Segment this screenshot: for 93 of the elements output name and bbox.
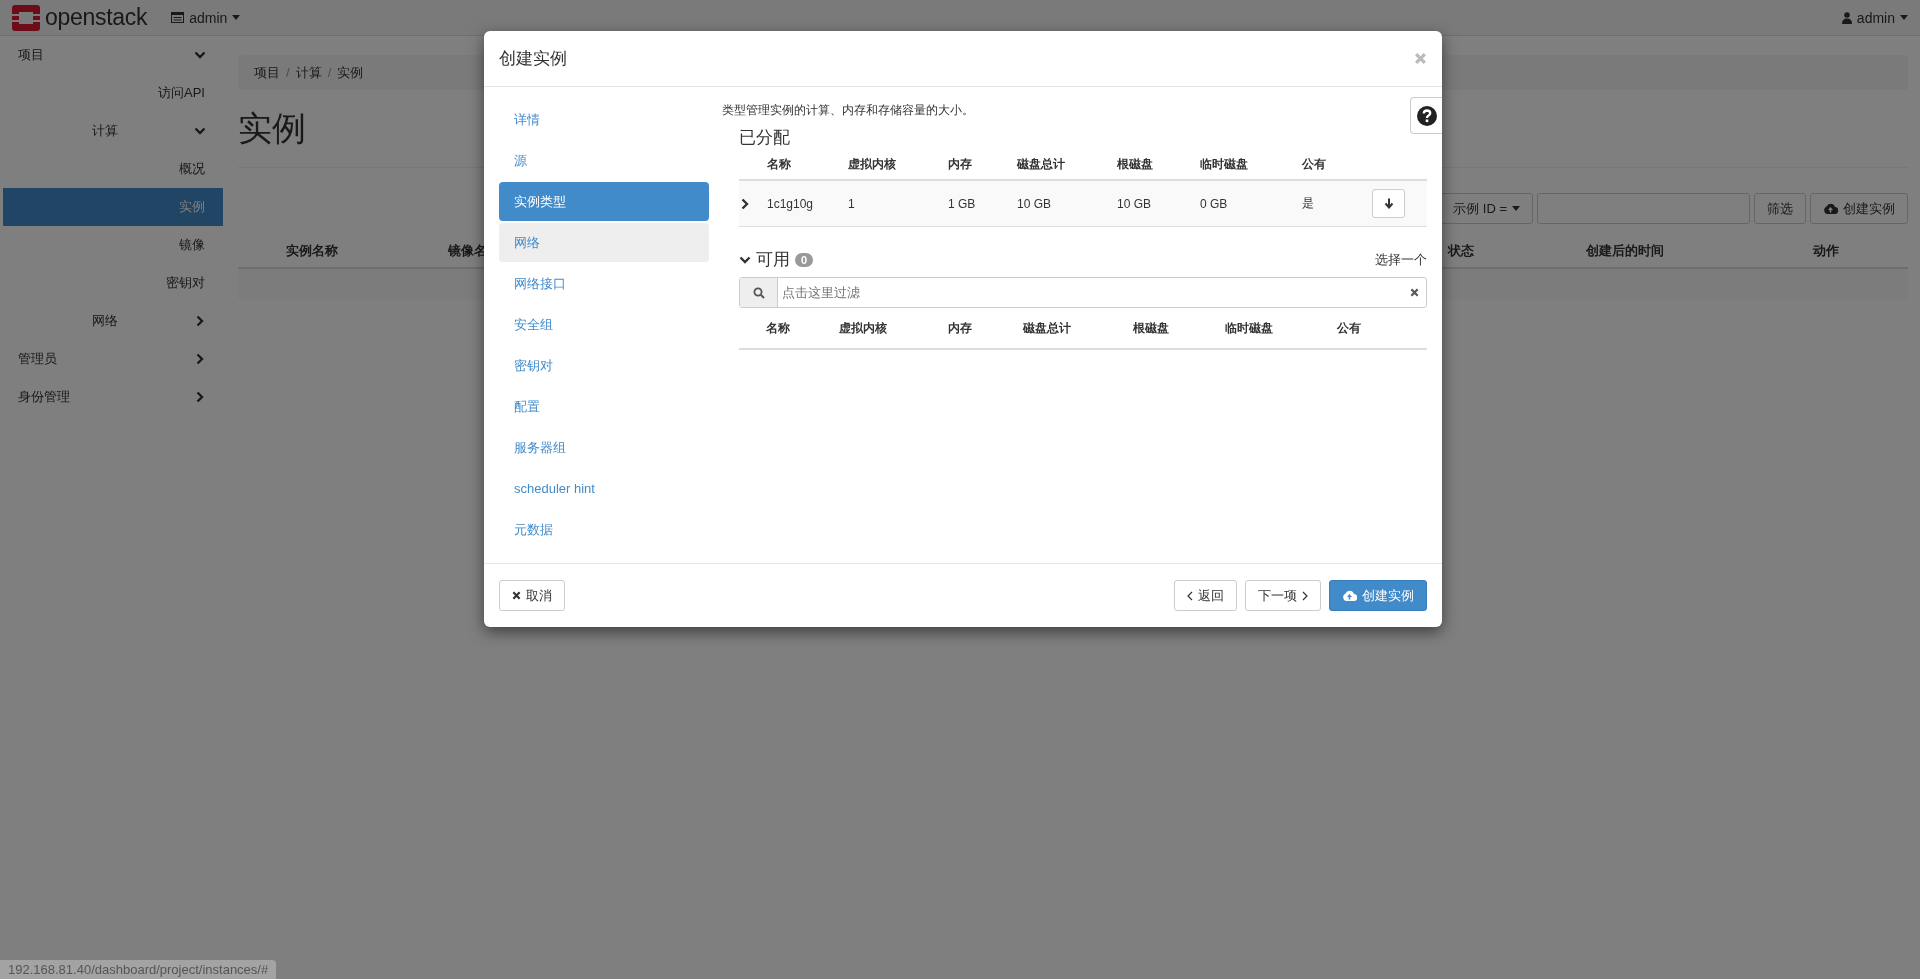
clear-icon[interactable] — [1410, 288, 1419, 297]
wizard-step[interactable]: 安全组 — [499, 305, 709, 344]
column-header: 名称 — [766, 319, 791, 337]
column-header: 公有 — [1302, 155, 1327, 173]
close-icon — [512, 591, 521, 600]
column-header: 公有 — [1337, 319, 1362, 337]
column-header: 创建后的时间 — [1586, 242, 1664, 260]
filter-dropdown[interactable]: 示例 ID = — [1440, 193, 1533, 224]
filter-input[interactable] — [1537, 193, 1750, 224]
cloud-upload-icon — [1342, 590, 1357, 601]
caret-icon — [1512, 206, 1520, 211]
table-cell-text: 1 — [848, 196, 856, 211]
search-icon — [752, 286, 765, 299]
count-badge: 0 — [795, 252, 814, 267]
column-header: 根磁盘 — [1117, 155, 1154, 173]
wizard-step[interactable]: 元数据 — [499, 510, 709, 549]
caret-icon — [232, 15, 241, 20]
table-cell-text: 10 GB — [1017, 196, 1053, 211]
chevron-left-icon — [1187, 590, 1193, 601]
breadcrumb-item[interactable]: 实例 — [337, 63, 364, 82]
help-icon — [1416, 105, 1437, 126]
section-title: 可用 — [756, 249, 790, 271]
status-url: 192.168.81.40/dashboard/project/instances/# — [0, 960, 277, 979]
column-header: 名称 — [767, 155, 792, 173]
sidebar-item[interactable]: 实例 — [3, 188, 223, 226]
remove-button[interactable] — [1372, 189, 1405, 218]
wizard-step[interactable]: 网络接口 — [499, 264, 709, 303]
wizard-step[interactable]: 配置 — [499, 387, 709, 426]
table-cell-text: 是 — [1302, 195, 1315, 212]
arrow-down-icon — [1383, 198, 1394, 209]
wizard-step[interactable]: 网络 — [499, 223, 709, 262]
project-menu[interactable]: admin — [171, 9, 241, 26]
column-header: 动作 — [1813, 242, 1839, 260]
column-header: 实例名称 — [286, 242, 338, 260]
chevron-right-icon — [194, 353, 206, 365]
column-header: 磁盘总计 — [1023, 319, 1072, 337]
back-button[interactable]: 返回 — [1174, 580, 1237, 611]
column-header: 内存 — [948, 155, 973, 173]
wizard-step[interactable]: 密钥对 — [499, 346, 709, 385]
chevron-right-icon — [194, 391, 206, 403]
modal-title: 创建实例 — [499, 48, 568, 70]
sidebar-group[interactable]: 管理员 — [0, 340, 223, 378]
chevron-down-icon — [194, 49, 206, 61]
breadcrumb-item[interactable]: 计算 — [295, 63, 322, 82]
sidebar-item[interactable]: 镜像 — [0, 226, 223, 264]
chevron-right-icon — [194, 315, 206, 327]
column-header: 临时磁盘 — [1200, 155, 1249, 173]
wizard-step[interactable]: 源 — [499, 141, 709, 180]
breadcrumb-item[interactable]: 项目 — [254, 63, 280, 82]
chevron-down-icon — [194, 125, 206, 137]
cancel-button[interactable]: 取消 — [499, 580, 565, 611]
breadcrumb-separator: / — [327, 65, 332, 80]
chevron-right-icon — [1302, 590, 1308, 601]
user-icon — [1841, 11, 1852, 24]
column-header: 磁盘总计 — [1017, 155, 1066, 173]
sidebar-item[interactable]: 密钥对 — [0, 264, 223, 302]
caret-icon — [1900, 15, 1908, 20]
wizard-step[interactable]: 服务器组 — [499, 428, 709, 467]
logo-icon — [12, 4, 40, 31]
sidebar-group[interactable]: 项目 — [0, 36, 223, 74]
wizard-step[interactable]: 实例类型 — [499, 182, 709, 221]
create-instance-button[interactable]: 创建实例 — [1810, 193, 1908, 224]
sidebar-group[interactable]: 身份管理 — [0, 378, 223, 416]
sidebar-group[interactable]: 计算 — [0, 112, 223, 150]
filter-button[interactable]: 筛选 — [1754, 193, 1806, 224]
column-header: 根磁盘 — [1133, 319, 1170, 337]
list-icon — [171, 12, 185, 23]
column-header: 虚拟内核 — [848, 155, 897, 173]
table-cell-text: 1 GB — [948, 196, 977, 211]
column-header: 状态 — [1448, 242, 1474, 260]
table-cell-text: 0 GB — [1200, 196, 1229, 211]
chevron-right-icon — [739, 197, 751, 210]
column-header: 临时磁盘 — [1225, 319, 1274, 337]
section-title: 已分配 — [739, 127, 791, 149]
cloud-upload-icon — [1823, 203, 1838, 214]
wizard-step[interactable]: 详情 — [499, 100, 709, 139]
primary-button[interactable]: 创建实例 — [1329, 580, 1427, 611]
logo-text: openstack — [45, 4, 148, 31]
select-hint: 选择一个 — [1375, 251, 1427, 269]
column-header: 虚拟内核 — [839, 319, 888, 337]
sidebar-item[interactable]: 访问API — [0, 74, 223, 112]
sidebar-item[interactable]: 概况 — [0, 150, 223, 188]
page-title: 实例 — [238, 108, 306, 149]
breadcrumb-separator: / — [286, 65, 290, 80]
table-cell-text: 10 GB — [1117, 196, 1153, 211]
user-menu[interactable]: admin — [1841, 9, 1908, 26]
table-cell-text: 1c1g10g — [767, 196, 815, 211]
help-button[interactable] — [1410, 97, 1442, 134]
column-header: 内存 — [948, 319, 973, 337]
next-button[interactable]: 下一项 — [1245, 580, 1321, 611]
wizard-step[interactable]: scheduler hint — [499, 469, 709, 508]
description: 类型管理实例的计算、内存和存储容量的大小。 — [722, 102, 975, 119]
sidebar-group[interactable]: 网络 — [0, 302, 223, 340]
